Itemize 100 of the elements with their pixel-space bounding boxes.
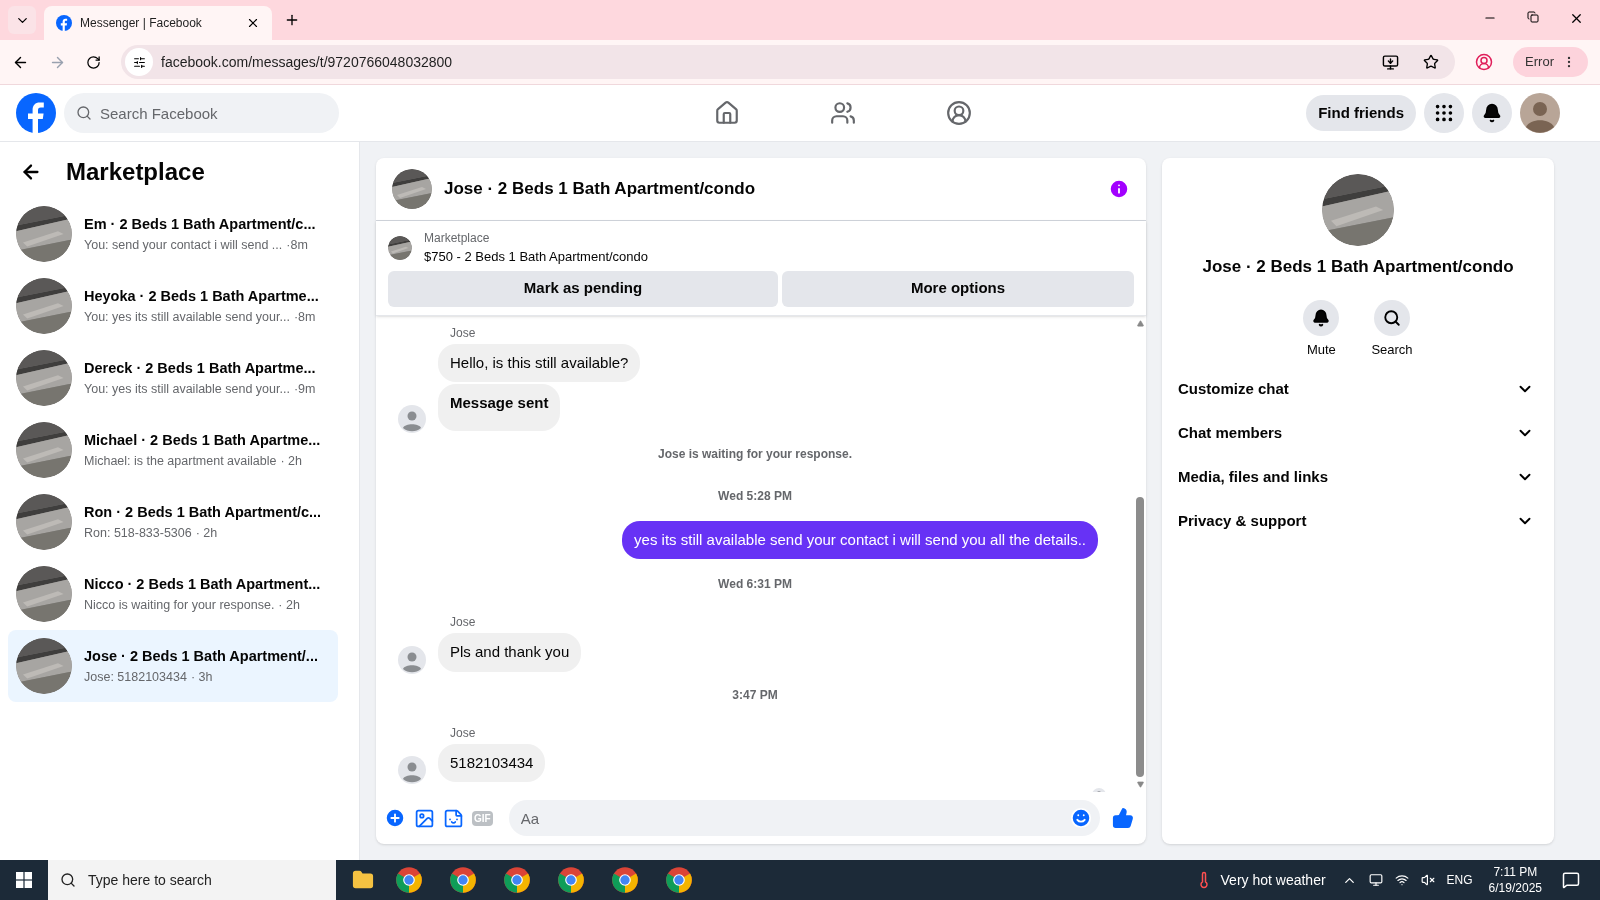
notifications-icon[interactable]: [1562, 871, 1580, 889]
sender-name: Jose: [450, 724, 477, 742]
listing-source: Marketplace: [424, 230, 491, 247]
profile-error-button[interactable]: Error: [1513, 47, 1588, 77]
listing-action-button[interactable]: Mark as pending: [388, 270, 778, 307]
chrome-icon[interactable]: [449, 866, 477, 894]
search-icon: [1383, 308, 1401, 327]
clock-date[interactable]: 6/19/2025: [1488, 880, 1542, 896]
chrome-icon[interactable]: [557, 866, 585, 894]
clock-time[interactable]: 7:11 PM: [1493, 864, 1538, 880]
address-bar[interactable]: facebook.com/messages/t/9720766048032800: [121, 45, 1456, 79]
message-time: ·9m: [293, 380, 316, 398]
facebook-logo-icon: [56, 15, 72, 31]
conversation-item[interactable]: Jose · 2 Beds 1 Bath Apartment/... Jose: 5182103434 · 3h: [8, 630, 338, 702]
notifications-button[interactable]: [1472, 93, 1512, 133]
windows-icon[interactable]: [16, 872, 32, 888]
chrome-icon[interactable]: [503, 866, 531, 894]
browser-tab[interactable]: Messenger | Facebook: [44, 6, 272, 40]
message-time: ·8m: [293, 308, 316, 326]
site-settings-icon[interactable]: [125, 48, 153, 76]
chat-title: Jose · 2 Beds 1 Bath Apartment/condo: [444, 178, 757, 201]
bell-icon: [1312, 308, 1331, 327]
conversation-name: Ron · 2 Beds 1 Bath Apartment/c...: [84, 502, 322, 522]
sticker-icon[interactable]: [443, 807, 464, 829]
message-bubble: Message sent: [438, 384, 561, 431]
restore-icon[interactable]: [1527, 11, 1539, 23]
url-text: facebook.com/messages/t/9720766048032800: [161, 52, 454, 72]
message-bubble: Hello, is this still available?: [438, 343, 641, 382]
listing-action-button[interactable]: More options: [782, 270, 1134, 307]
language-indicator[interactable]: ENG: [1446, 871, 1473, 889]
conversation-name: Nicco · 2 Beds 1 Bath Apartment...: [84, 574, 321, 594]
groups-icon[interactable]: [945, 100, 972, 126]
photo-icon[interactable]: [414, 807, 435, 829]
search-icon: [60, 872, 76, 888]
message-preview: Michael: is the apartment available: [84, 452, 277, 470]
home-icon[interactable]: [713, 100, 740, 126]
section-row[interactable]: Customize chat: [1178, 367, 1538, 411]
bookmark-icon[interactable]: [1423, 54, 1440, 70]
message-field[interactable]: Aa: [508, 800, 1100, 836]
like-icon[interactable]: [1112, 807, 1134, 829]
status-note: Jose is waiting for your response.: [657, 445, 853, 463]
section-row[interactable]: Chat members: [1178, 411, 1538, 455]
timestamp: 3:47 PM: [732, 686, 778, 704]
new-tab-icon[interactable]: [284, 12, 300, 28]
chrome-icon[interactable]: [611, 866, 639, 894]
conversation-item[interactable]: Nicco · 2 Beds 1 Bath Apartment... Nicco is waiting for your response. · 2h: [8, 558, 338, 630]
emoji-icon[interactable]: [1070, 807, 1092, 829]
conversation-item[interactable]: Heyoka · 2 Beds 1 Bath Apartme... You: yes its still available send your... ·8m: [8, 270, 338, 342]
mute-icon[interactable]: [1420, 873, 1435, 887]
file-explorer-icon[interactable]: [352, 869, 374, 891]
message-preview: Nicco is waiting for your response.: [84, 596, 275, 614]
weather-text[interactable]: Very hot weather: [1220, 869, 1326, 891]
message-time: ·8m: [286, 236, 308, 254]
sender-name: Jose: [450, 324, 477, 342]
message-time: · 2h: [195, 524, 218, 542]
add-icon[interactable]: [384, 807, 406, 829]
tab-title: Messenger | Facebook: [80, 15, 203, 32]
message-bubble: 5182103434: [438, 743, 546, 782]
close-icon[interactable]: [1569, 11, 1584, 26]
close-icon[interactable]: [246, 16, 260, 30]
profile-avatar-icon[interactable]: [1520, 93, 1560, 133]
sender-name: Jose: [450, 614, 477, 631]
conversation-item[interactable]: Dereck · 2 Beds 1 Bath Apartme... You: yes its still available send your... ·9m: [8, 342, 338, 414]
message-time: · 2h: [280, 452, 302, 470]
section-row[interactable]: Media, files and links: [1178, 455, 1538, 499]
chrome-icon[interactable]: [665, 866, 693, 894]
wifi-icon[interactable]: [1394, 873, 1409, 887]
action-label: Search: [1371, 340, 1413, 359]
message-preview: You: yes its still available send your...: [84, 308, 290, 326]
info-icon[interactable]: [1108, 178, 1130, 200]
profile-icon[interactable]: [1475, 53, 1494, 71]
taskbar-search-field[interactable]: Type here to search: [48, 860, 336, 900]
conversation-name: Heyoka · 2 Beds 1 Bath Apartme...: [84, 286, 319, 306]
scroll-down-icon[interactable]: [1136, 781, 1144, 788]
message-preview: You: yes its still available send your...: [84, 380, 290, 398]
chrome-icon[interactable]: [395, 866, 423, 894]
conversation-item[interactable]: Michael · 2 Beds 1 Bath Apartme... Michael: is the apartment available · 2h: [8, 414, 338, 486]
scroll-up-icon[interactable]: [1136, 319, 1144, 327]
search-field[interactable]: Search Facebook: [64, 93, 339, 133]
message-bubble: yes its still available send your contact i will send you all the details..: [622, 520, 1098, 559]
search-icon: [76, 105, 92, 121]
timestamp: Wed 5:28 PM: [718, 487, 792, 505]
reload-icon[interactable]: [86, 54, 101, 70]
conversation-name: Em · 2 Beds 1 Bath Apartment/c...: [84, 214, 316, 234]
install-icon[interactable]: [1382, 53, 1400, 71]
conversation-name: Michael · 2 Beds 1 Bath Apartme...: [84, 430, 321, 450]
section-row[interactable]: Privacy & support: [1178, 499, 1538, 543]
bell-icon: [1482, 103, 1502, 123]
menu-button[interactable]: [1424, 93, 1464, 133]
facebook-logo-icon[interactable]: [16, 93, 56, 133]
message-preview: You: send your contact i will send ...: [84, 236, 283, 254]
conversation-item[interactable]: Em · 2 Beds 1 Bath Apartment/c... You: send your contact i will send ... ·8m: [8, 198, 338, 270]
search-button[interactable]: [1374, 299, 1410, 336]
contact-name: Jose · 2 Beds 1 Bath Apartment/condo: [1202, 256, 1514, 278]
conversation-item[interactable]: Ron · 2 Beds 1 Bath Apartment/c... Ron: 518-833-5306 · 2h: [8, 486, 338, 558]
mute-button[interactable]: [1303, 299, 1340, 336]
find-friends-button[interactable]: Find friends: [1306, 95, 1416, 131]
message-bubble: Pls and thank you: [438, 633, 582, 672]
friends-icon[interactable]: [829, 100, 856, 126]
message-preview: Jose: 5182103434: [84, 668, 187, 686]
